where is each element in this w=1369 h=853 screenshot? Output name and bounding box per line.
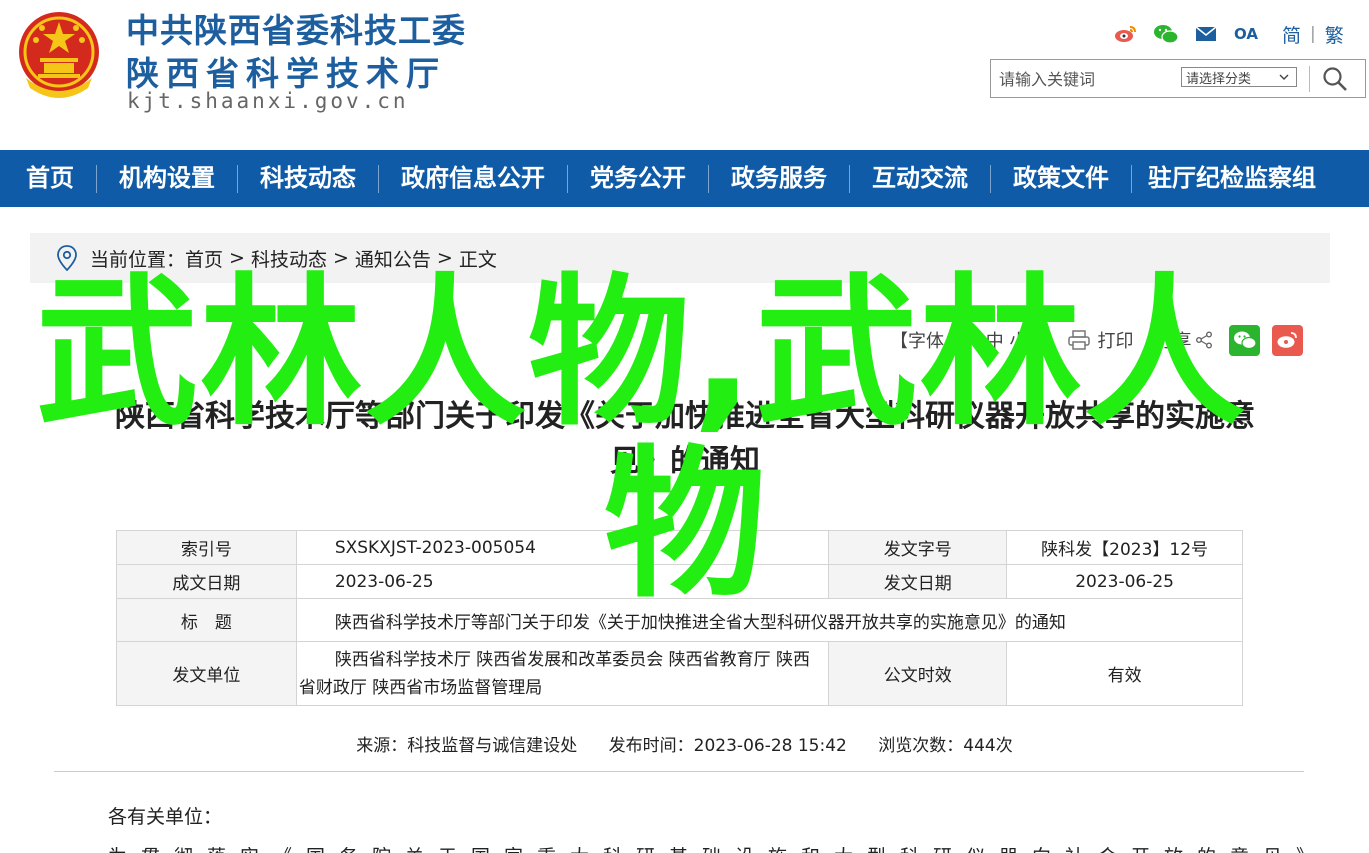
share-wechat-button[interactable] (1229, 324, 1261, 356)
table-row: 索引号 SXSKXJST-2023-005054 发文字号 陕科发【2023】1… (116, 530, 1243, 565)
search-button[interactable] (1315, 64, 1355, 94)
category-select-value: 请选择分类 (1186, 71, 1252, 87)
breadcrumb-label: 当前位置： (90, 248, 186, 271)
breadcrumb: 当前位置： 首页 > 科技动态 > 通知公告 > 正文 (30, 233, 1330, 283)
created-date-value: 2023-06-25 (295, 564, 830, 599)
weibo-icon (1277, 332, 1297, 348)
nav-item-gov-info[interactable]: 政府信息公开 (401, 150, 545, 207)
nav-separator (708, 164, 709, 193)
article-publish-time: 发布时间：2023-06-28 15:42 (608, 736, 847, 756)
share-icon (1196, 331, 1213, 349)
index-value: SXSKXJST-2023-005054 (295, 530, 830, 565)
org-name-line1: 中共陕西省委科技工委 (126, 11, 466, 50)
issuer-value-line2: 省财政厅 陕西省市场监督管理局 (298, 677, 543, 698)
validity-value: 有效 (1006, 641, 1243, 706)
article-salutation: 各有关单位： (108, 806, 223, 828)
national-emblem-icon (19, 12, 99, 98)
table-row: 发文单位 陕西省科学技术厅 陕西省发展和改革委员会 陕西省教育厅 陕西 省财政厅… (116, 641, 1243, 706)
weibo-icon[interactable] (1112, 21, 1140, 47)
breadcrumb-separator: > (436, 247, 453, 269)
breadcrumb-separator: > (332, 247, 349, 269)
nav-separator (378, 164, 379, 193)
main-nav: 首页 机构设置 科技动态 政府信息公开 党务公开 政务服务 互动交流 政策文件 … (0, 150, 1369, 207)
table-row: 标 题 陕西省科学技术厅等部门关于印发《关于加快推进全省大型科研仪器开放共享的实… (116, 598, 1244, 642)
search-box: 请选择分类 (990, 59, 1366, 98)
breadcrumb-current: 正文 (458, 248, 497, 271)
nav-separator (237, 164, 238, 193)
issuer-value: 陕西省科学技术厅 陕西省发展和改革委员会 陕西省教育厅 陕西 省财政厅 陕西省市… (295, 641, 830, 706)
nav-separator (96, 164, 97, 193)
nav-separator (567, 164, 568, 193)
title-value: 陕西省科学技术厅等部门关于印发《关于加快推进全省大型科研仪器开放共享的实施意见》… (295, 598, 1244, 642)
breadcrumb-notices[interactable]: 通知公告 (355, 245, 431, 272)
nav-item-discipline-inspection[interactable]: 驻厅纪检监察组 (1148, 150, 1316, 207)
share-group: 分享 (1155, 324, 1304, 356)
chevron-down-icon (1278, 69, 1290, 89)
lang-simplified-link[interactable]: 简 (1282, 21, 1301, 48)
article-title-line2: 见》的通知 (610, 444, 760, 479)
share-weibo-button[interactable] (1272, 324, 1304, 356)
nav-item-home[interactable]: 首页 (26, 150, 74, 207)
print-label: 打印 (1097, 331, 1134, 352)
print-button[interactable]: 打印 (1067, 327, 1133, 353)
search-divider (1309, 66, 1310, 92)
site-domain: kjt.shaanxi.gov.cn (127, 89, 409, 113)
header-tools: OA 简 | 繁 (1112, 20, 1344, 48)
nav-separator (849, 164, 850, 193)
article-tools: 【字体：大 中 小】 打印 分享 (890, 322, 1330, 358)
article-title: 陕西省科学技术厅等部门关于印发《关于加快推进全省大型科研仪器开放共享的实施意 见… (60, 394, 1310, 484)
org-name-line2: 陕西省科学技术厅 (126, 54, 446, 93)
issued-date-label: 发文日期 (828, 564, 1008, 599)
article-meta: 来源：科技监督与诚信建设处 发布时间：2023-06-28 15:42 浏览次数… (0, 731, 1369, 756)
mail-icon[interactable] (1192, 21, 1220, 47)
nav-item-interaction[interactable]: 互动交流 (872, 150, 968, 207)
nav-item-gov-services[interactable]: 政务服务 (731, 150, 827, 207)
lang-separator: | (1310, 24, 1316, 44)
created-date-label: 成文日期 (116, 564, 297, 599)
printer-icon (1068, 330, 1091, 350)
table-row: 成文日期 2023-06-25 发文日期 2023-06-25 (116, 564, 1243, 599)
meta-divider (54, 771, 1304, 772)
doc-no-value: 陕科发【2023】12号 (1006, 530, 1243, 565)
lang-traditional-link[interactable]: 繁 (1325, 21, 1344, 48)
issuer-value-line1: 陕西省科学技术厅 陕西省发展和改革委员会 陕西省教育厅 陕西 (334, 649, 811, 670)
nav-item-tech-news[interactable]: 科技动态 (260, 150, 356, 207)
nav-separator (990, 164, 991, 193)
oa-icon[interactable]: OA (1232, 21, 1260, 47)
oa-label: OA (1234, 25, 1258, 43)
site-header: 中共陕西省委科技工委 陕西省科学技术厅 kjt.shaanxi.gov.cn O… (0, 0, 1369, 150)
issued-date-value: 2023-06-25 (1006, 564, 1243, 599)
issuer-label: 发文单位 (116, 641, 297, 706)
search-input[interactable] (999, 66, 1169, 92)
nav-separator (1131, 164, 1132, 193)
nav-item-party-affairs[interactable]: 党务公开 (590, 150, 686, 207)
validity-label: 公文时效 (828, 641, 1008, 706)
nav-item-policy-docs[interactable]: 政策文件 (1013, 150, 1109, 207)
document-info-table: 索引号 SXSKXJST-2023-005054 发文字号 陕科发【2023】1… (116, 530, 1244, 706)
breadcrumb-home[interactable]: 首页 (185, 245, 223, 272)
nav-item-organization[interactable]: 机构设置 (119, 150, 215, 207)
location-pin-icon (57, 245, 77, 271)
breadcrumb-tech-news[interactable]: 科技动态 (251, 245, 327, 272)
wechat-icon (1233, 331, 1257, 350)
category-select[interactable]: 请选择分类 (1181, 67, 1297, 87)
article-view-count: 浏览次数：444次 (878, 736, 1013, 756)
index-label: 索引号 (116, 530, 297, 565)
article-source: 来源：科技监督与诚信建设处 (356, 736, 578, 756)
doc-no-label: 发文字号 (828, 530, 1008, 565)
share-label: 分享 (1155, 331, 1192, 352)
wechat-icon[interactable] (1152, 21, 1180, 47)
search-icon (1323, 67, 1347, 91)
article-paragraph: 为贯彻落实《国务院关于国家重大科研基础设施和大型科研仪器向社会开放的意见》 (108, 842, 1308, 853)
breadcrumb-separator: > (229, 247, 245, 269)
font-size-controls[interactable]: 【字体：大 中 小】 (890, 327, 1045, 353)
article-title-line1: 陕西省科学技术厅等部门关于印发《关于加快推进全省大型科研仪器开放共享的实施意 (115, 399, 1255, 434)
title-label: 标 题 (116, 598, 297, 642)
